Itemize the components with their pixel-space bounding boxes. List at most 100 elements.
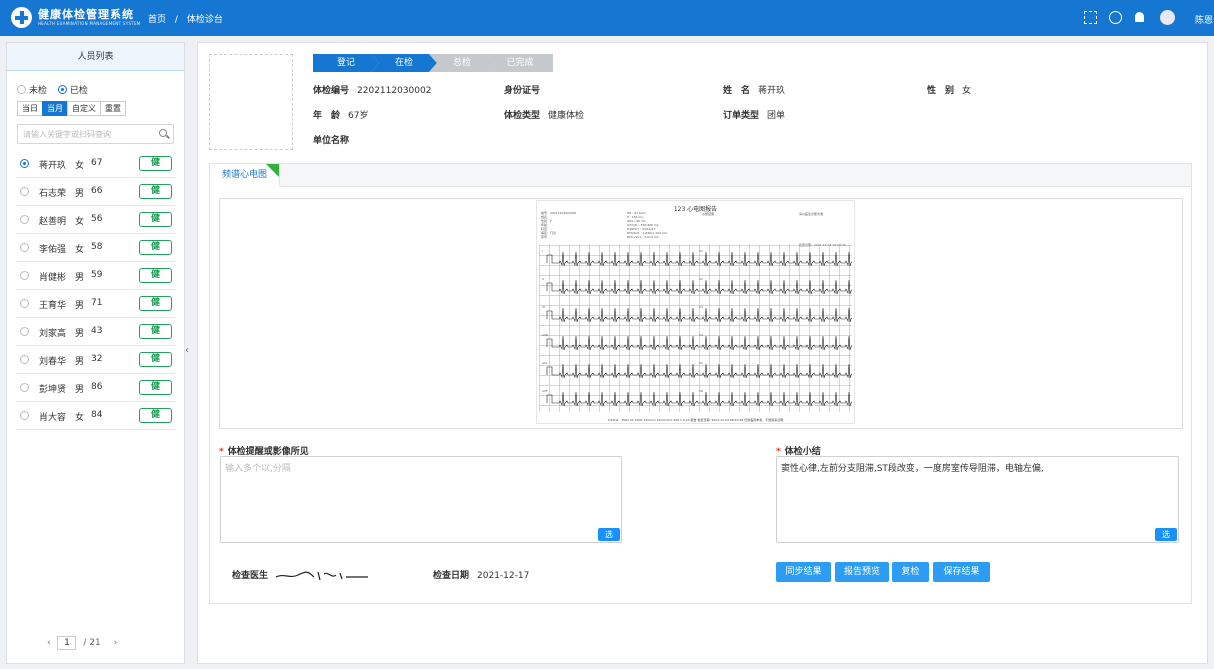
person-sex: 女 bbox=[75, 161, 85, 171]
person-name: 肖大容 bbox=[39, 413, 67, 423]
step-register: 登记 bbox=[313, 54, 379, 72]
list-item[interactable]: 王育华男 71 健 bbox=[17, 290, 175, 318]
tab-spectrum-ecg[interactable]: 频谱心电图 bbox=[210, 164, 280, 187]
breadcrumb-home[interactable]: 首页 bbox=[148, 15, 166, 25]
radio-checked[interactable] bbox=[57, 85, 67, 94]
doctor-label: 检查医生 bbox=[232, 571, 269, 581]
list-item[interactable]: 李佑强女 58 健 bbox=[17, 234, 175, 262]
list-item[interactable]: 刘春华男 32 健 bbox=[17, 346, 175, 374]
radio-label[interactable]: 未检 bbox=[29, 86, 47, 96]
ecg-report-viewer: 123 心电图报告 编号：2021120300/608 姓名： 性别：F 年龄：… bbox=[219, 198, 1183, 429]
today-button[interactable]: 当日 bbox=[17, 101, 43, 116]
next-page-button[interactable]: › bbox=[114, 638, 118, 648]
ecg-report-image[interactable]: 123 心电图报告 编号：2021120300/608 姓名： 性别：F 年龄：… bbox=[536, 200, 855, 424]
person-sex: 女 bbox=[75, 413, 85, 423]
person-radio[interactable] bbox=[20, 299, 29, 308]
user-name[interactable]: 陈恩 bbox=[1195, 13, 1213, 26]
list-item[interactable]: 彭坤贤男 86 健 bbox=[17, 374, 175, 402]
this-month-button[interactable]: 当月 bbox=[42, 101, 68, 116]
sync-results-button[interactable]: 同步结果 bbox=[776, 562, 831, 582]
ecg-diagnosis-label: 诊断结果 bbox=[702, 212, 715, 216]
person-radio[interactable] bbox=[20, 271, 29, 280]
person-radio[interactable] bbox=[20, 187, 29, 196]
exam-no-value: 2202112030002 bbox=[357, 86, 432, 96]
age-label: 年 龄 bbox=[313, 111, 341, 121]
ecg-measure-line: RV5+SV1 : 3.014 mV bbox=[627, 235, 659, 239]
search-input[interactable]: 请输入关键字或扫码查询 bbox=[17, 124, 174, 144]
person-age: 71 bbox=[91, 298, 103, 308]
exam-workspace: 登记 在检 总检 已完成 体检编号 2202112030002 身份证号 姓 名蒋… bbox=[197, 42, 1208, 664]
radio-label[interactable]: 已检 bbox=[70, 86, 88, 96]
health-exam-button[interactable]: 健 bbox=[139, 268, 172, 283]
person-radio[interactable] bbox=[20, 159, 29, 168]
person-radio[interactable] bbox=[20, 355, 29, 364]
person-sex: 男 bbox=[75, 357, 85, 367]
ecg-lead-label: I bbox=[542, 249, 543, 253]
search-icon[interactable] bbox=[159, 129, 167, 137]
globe-icon[interactable] bbox=[1109, 11, 1122, 24]
exam-no-field: 体检编号 2202112030002 bbox=[313, 83, 431, 96]
total-pages: 21 bbox=[89, 638, 101, 648]
health-exam-button[interactable]: 健 bbox=[139, 380, 172, 395]
ecg-lead-label: V3 bbox=[699, 305, 703, 309]
list-item[interactable]: 赵善明女 56 健 bbox=[17, 206, 175, 234]
person-age: 66 bbox=[91, 186, 103, 196]
exam-type-label: 体检类型 bbox=[504, 111, 541, 121]
health-exam-button[interactable]: 健 bbox=[139, 296, 172, 311]
health-exam-button[interactable]: 健 bbox=[139, 324, 172, 339]
ecg-lead-label: V2 bbox=[699, 277, 703, 281]
list-item[interactable]: 石志荣男 66 健 bbox=[17, 178, 175, 206]
list-item[interactable]: 肖大容女 84 健 bbox=[17, 402, 175, 430]
health-exam-button[interactable]: 健 bbox=[139, 184, 172, 199]
health-exam-button[interactable]: 健 bbox=[139, 352, 172, 367]
radio-not-checked[interactable] bbox=[17, 85, 26, 94]
person-age: 59 bbox=[91, 270, 103, 280]
breadcrumb: 首页 / 体检诊台 bbox=[148, 12, 229, 25]
person-radio[interactable] bbox=[20, 383, 29, 392]
fullscreen-icon[interactable] bbox=[1084, 11, 1097, 24]
ecg-lead-trace bbox=[546, 391, 852, 407]
person-sex: 女 bbox=[75, 245, 85, 255]
unit-label: 单位名称 bbox=[313, 136, 350, 146]
person-sex: 女 bbox=[75, 217, 85, 227]
page-input[interactable]: 1 bbox=[57, 636, 77, 650]
list-item[interactable]: 蒋开玖女 67 健 bbox=[17, 150, 175, 178]
ecg-lead-label: aVR bbox=[542, 333, 548, 337]
collapse-sidebar-icon[interactable]: ‹ bbox=[185, 345, 189, 356]
findings-placeholder: 输入多个以,分隔 bbox=[225, 464, 291, 474]
person-radio[interactable] bbox=[20, 327, 29, 336]
findings-textarea[interactable]: 输入多个以,分隔 选 bbox=[220, 456, 622, 543]
health-exam-button[interactable]: 健 bbox=[139, 240, 172, 255]
findings-select-button[interactable]: 选 bbox=[598, 528, 620, 541]
avatar[interactable] bbox=[1160, 10, 1175, 25]
person-radio[interactable] bbox=[20, 215, 29, 224]
bell-icon[interactable] bbox=[1135, 12, 1144, 22]
prev-page-button[interactable]: ‹ bbox=[47, 638, 51, 648]
ecg-lead-label: V4 bbox=[699, 333, 703, 337]
exam-date-value: 2021-12-17 bbox=[477, 571, 530, 581]
order-type-field: 订单类型 团单 bbox=[723, 108, 785, 121]
save-results-button[interactable]: 保存结果 bbox=[933, 562, 990, 582]
person-radio[interactable] bbox=[20, 243, 29, 252]
ecg-lead-label: V6 bbox=[699, 389, 703, 393]
health-exam-button[interactable]: 健 bbox=[139, 408, 172, 423]
ecg-lead-label: aVL bbox=[542, 361, 548, 365]
health-exam-button[interactable]: 健 bbox=[139, 212, 172, 227]
tab-bar: 频谱心电图 bbox=[210, 164, 1191, 187]
list-item[interactable]: 肖健彬男 59 健 bbox=[17, 262, 175, 290]
summary-textarea[interactable]: 窦性心律,左前分支阻滞,ST段改变，一度房室传导阻滞，电轴左偏, 选 bbox=[776, 456, 1179, 543]
report-preview-button[interactable]: 报告预览 bbox=[835, 562, 889, 582]
person-list: 蒋开玖女 67 健 石志荣男 66 健 赵善明女 56 健 李佑强女 58 健 肖健彬男 59 健 … bbox=[17, 150, 175, 430]
order-type-label: 订单类型 bbox=[723, 111, 760, 121]
custom-range-button[interactable]: 自定义 bbox=[67, 101, 101, 116]
health-exam-button[interactable]: 健 bbox=[139, 156, 172, 171]
recheck-button[interactable]: 复检 bbox=[892, 562, 929, 582]
age-field: 年 龄 67岁 bbox=[313, 108, 368, 121]
app-subtitle: HEALTH EXAMINATION MANAGEMENT SYSTEM bbox=[38, 21, 141, 26]
reset-button[interactable]: 重置 bbox=[100, 101, 126, 116]
person-radio[interactable] bbox=[20, 411, 29, 420]
list-item[interactable]: 刘家高男 43 健 bbox=[17, 318, 175, 346]
summary-select-button[interactable]: 选 bbox=[1155, 528, 1177, 541]
unit-field: 单位名称 bbox=[313, 133, 357, 146]
person-list-title: 人员列表 bbox=[7, 43, 184, 71]
